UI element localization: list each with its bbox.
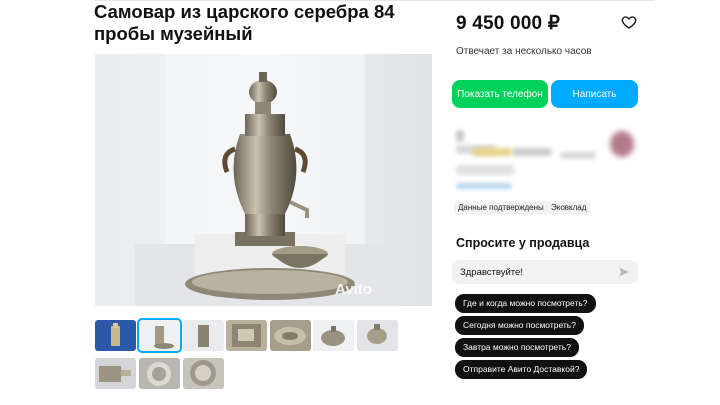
samovar-photo (95, 54, 432, 306)
thumbnail[interactable] (357, 320, 398, 351)
verified-tag: Данные подтверждены (454, 201, 548, 215)
thumbnail[interactable] (139, 358, 180, 389)
listing-title: Самовар из царского серебра 84 пробы муз… (94, 1, 395, 44)
avatar[interactable] (610, 131, 634, 157)
thumbnail-active[interactable] (137, 318, 182, 353)
thumbnail[interactable] (95, 320, 136, 351)
heart-outline-icon[interactable] (621, 14, 637, 30)
ecodeposit-tag: Эковклад (547, 201, 591, 215)
quick-question-chip[interactable]: Сегодня можно посмотреть? (455, 316, 584, 335)
reply-time: Отвечает за несколько часов (456, 46, 592, 57)
price: 9 450 000 ₽ (456, 13, 561, 34)
thumbnail[interactable] (183, 320, 224, 351)
main-photo[interactable]: Avito (95, 54, 432, 306)
message-box (452, 260, 638, 284)
thumbnail[interactable] (95, 358, 136, 389)
avito-watermark: Avito (335, 281, 372, 298)
quick-question-chip[interactable]: Где и когда можно посмотреть? (455, 294, 596, 313)
quick-question-chip[interactable]: Отправите Авито Доставкой? (455, 360, 588, 379)
thumbnail[interactable] (183, 358, 224, 389)
thumbnail[interactable] (226, 320, 267, 351)
send-arrow-icon[interactable] (618, 266, 630, 278)
message-input[interactable] (460, 260, 610, 284)
thumbnail[interactable] (313, 320, 354, 351)
quick-question-chip[interactable]: Завтра можно посмотреть? (455, 338, 579, 357)
write-button[interactable]: Написать (551, 80, 638, 108)
thumbnail[interactable] (270, 320, 311, 351)
ask-seller-title: Спросите у продавца (456, 236, 590, 250)
show-phone-button[interactable]: Показать телефон (452, 80, 548, 108)
